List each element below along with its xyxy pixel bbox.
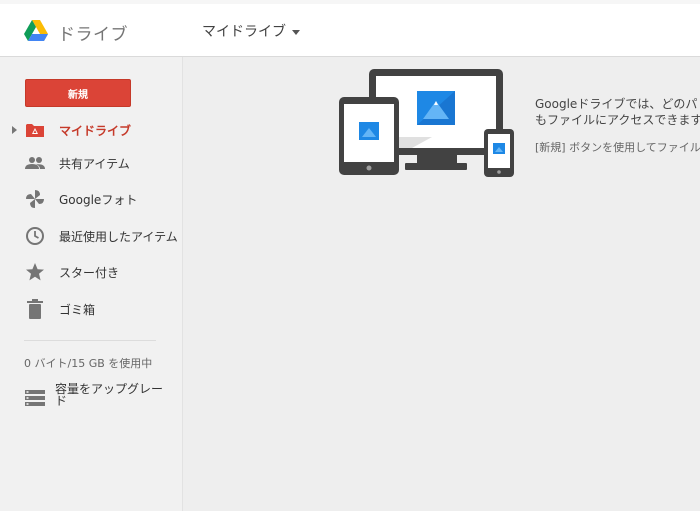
new-button[interactable]: 新規 — [25, 79, 131, 107]
sidebar-item-label: スター付き — [59, 265, 120, 280]
people-icon — [24, 152, 46, 174]
top-strip — [0, 0, 700, 4]
sidebar-divider — [24, 340, 156, 341]
sidebar-item-label: マイドライブ — [59, 123, 132, 138]
sidebar: 新規 マイドライブ 共有アイテム Googleフォト 最近使用したアイテム スタ… — [0, 57, 183, 511]
empty-state-hint: [新規] ボタンを使用してファイルを — [535, 141, 700, 154]
clock-icon — [24, 225, 46, 247]
sidebar-item-recent[interactable]: 最近使用したアイテム — [0, 221, 182, 251]
sidebar-item-label: Googleフォト — [59, 192, 138, 207]
top-bar: ドライブ マイドライブ — [0, 0, 700, 57]
photos-pinwheel-icon — [24, 188, 46, 210]
empty-state-text-2: もファイルにアクセスできます — [535, 113, 700, 127]
devices-illustration — [339, 69, 514, 177]
upgrade-storage-link[interactable]: 容量をアップグレード — [24, 383, 164, 413]
storage-icon — [24, 387, 46, 409]
app-name[interactable]: ドライブ — [58, 20, 128, 45]
sidebar-item-my-drive[interactable]: マイドライブ — [0, 115, 182, 145]
drive-logo-icon[interactable] — [24, 20, 48, 42]
sidebar-item-label: 最近使用したアイテム — [59, 229, 178, 244]
upgrade-label: 容量をアップグレード — [55, 382, 164, 408]
sidebar-item-photos[interactable]: Googleフォト — [0, 184, 182, 214]
drive-folder-icon — [24, 119, 46, 141]
expand-arrow-icon[interactable] — [12, 126, 17, 134]
star-icon — [24, 261, 46, 283]
trash-icon — [24, 298, 46, 320]
sidebar-item-trash[interactable]: ゴミ箱 — [0, 294, 182, 324]
sidebar-item-label: ゴミ箱 — [59, 302, 96, 317]
sidebar-item-label: 共有アイテム — [59, 156, 130, 171]
breadcrumb-label: マイドライブ — [202, 24, 286, 40]
sidebar-item-starred[interactable]: スター付き — [0, 257, 182, 287]
storage-usage-text: 0 バイト/15 GB を使用中 — [24, 357, 153, 370]
main-content: Googleドライブでは、どのパ もファイルにアクセスできます [新規] ボタン… — [183, 57, 700, 511]
sidebar-item-shared[interactable]: 共有アイテム — [0, 148, 182, 178]
chevron-down-icon — [292, 29, 300, 35]
empty-state-text-1: Googleドライブでは、どのパ — [535, 97, 698, 111]
breadcrumb-my-drive[interactable]: マイドライブ — [202, 21, 300, 41]
